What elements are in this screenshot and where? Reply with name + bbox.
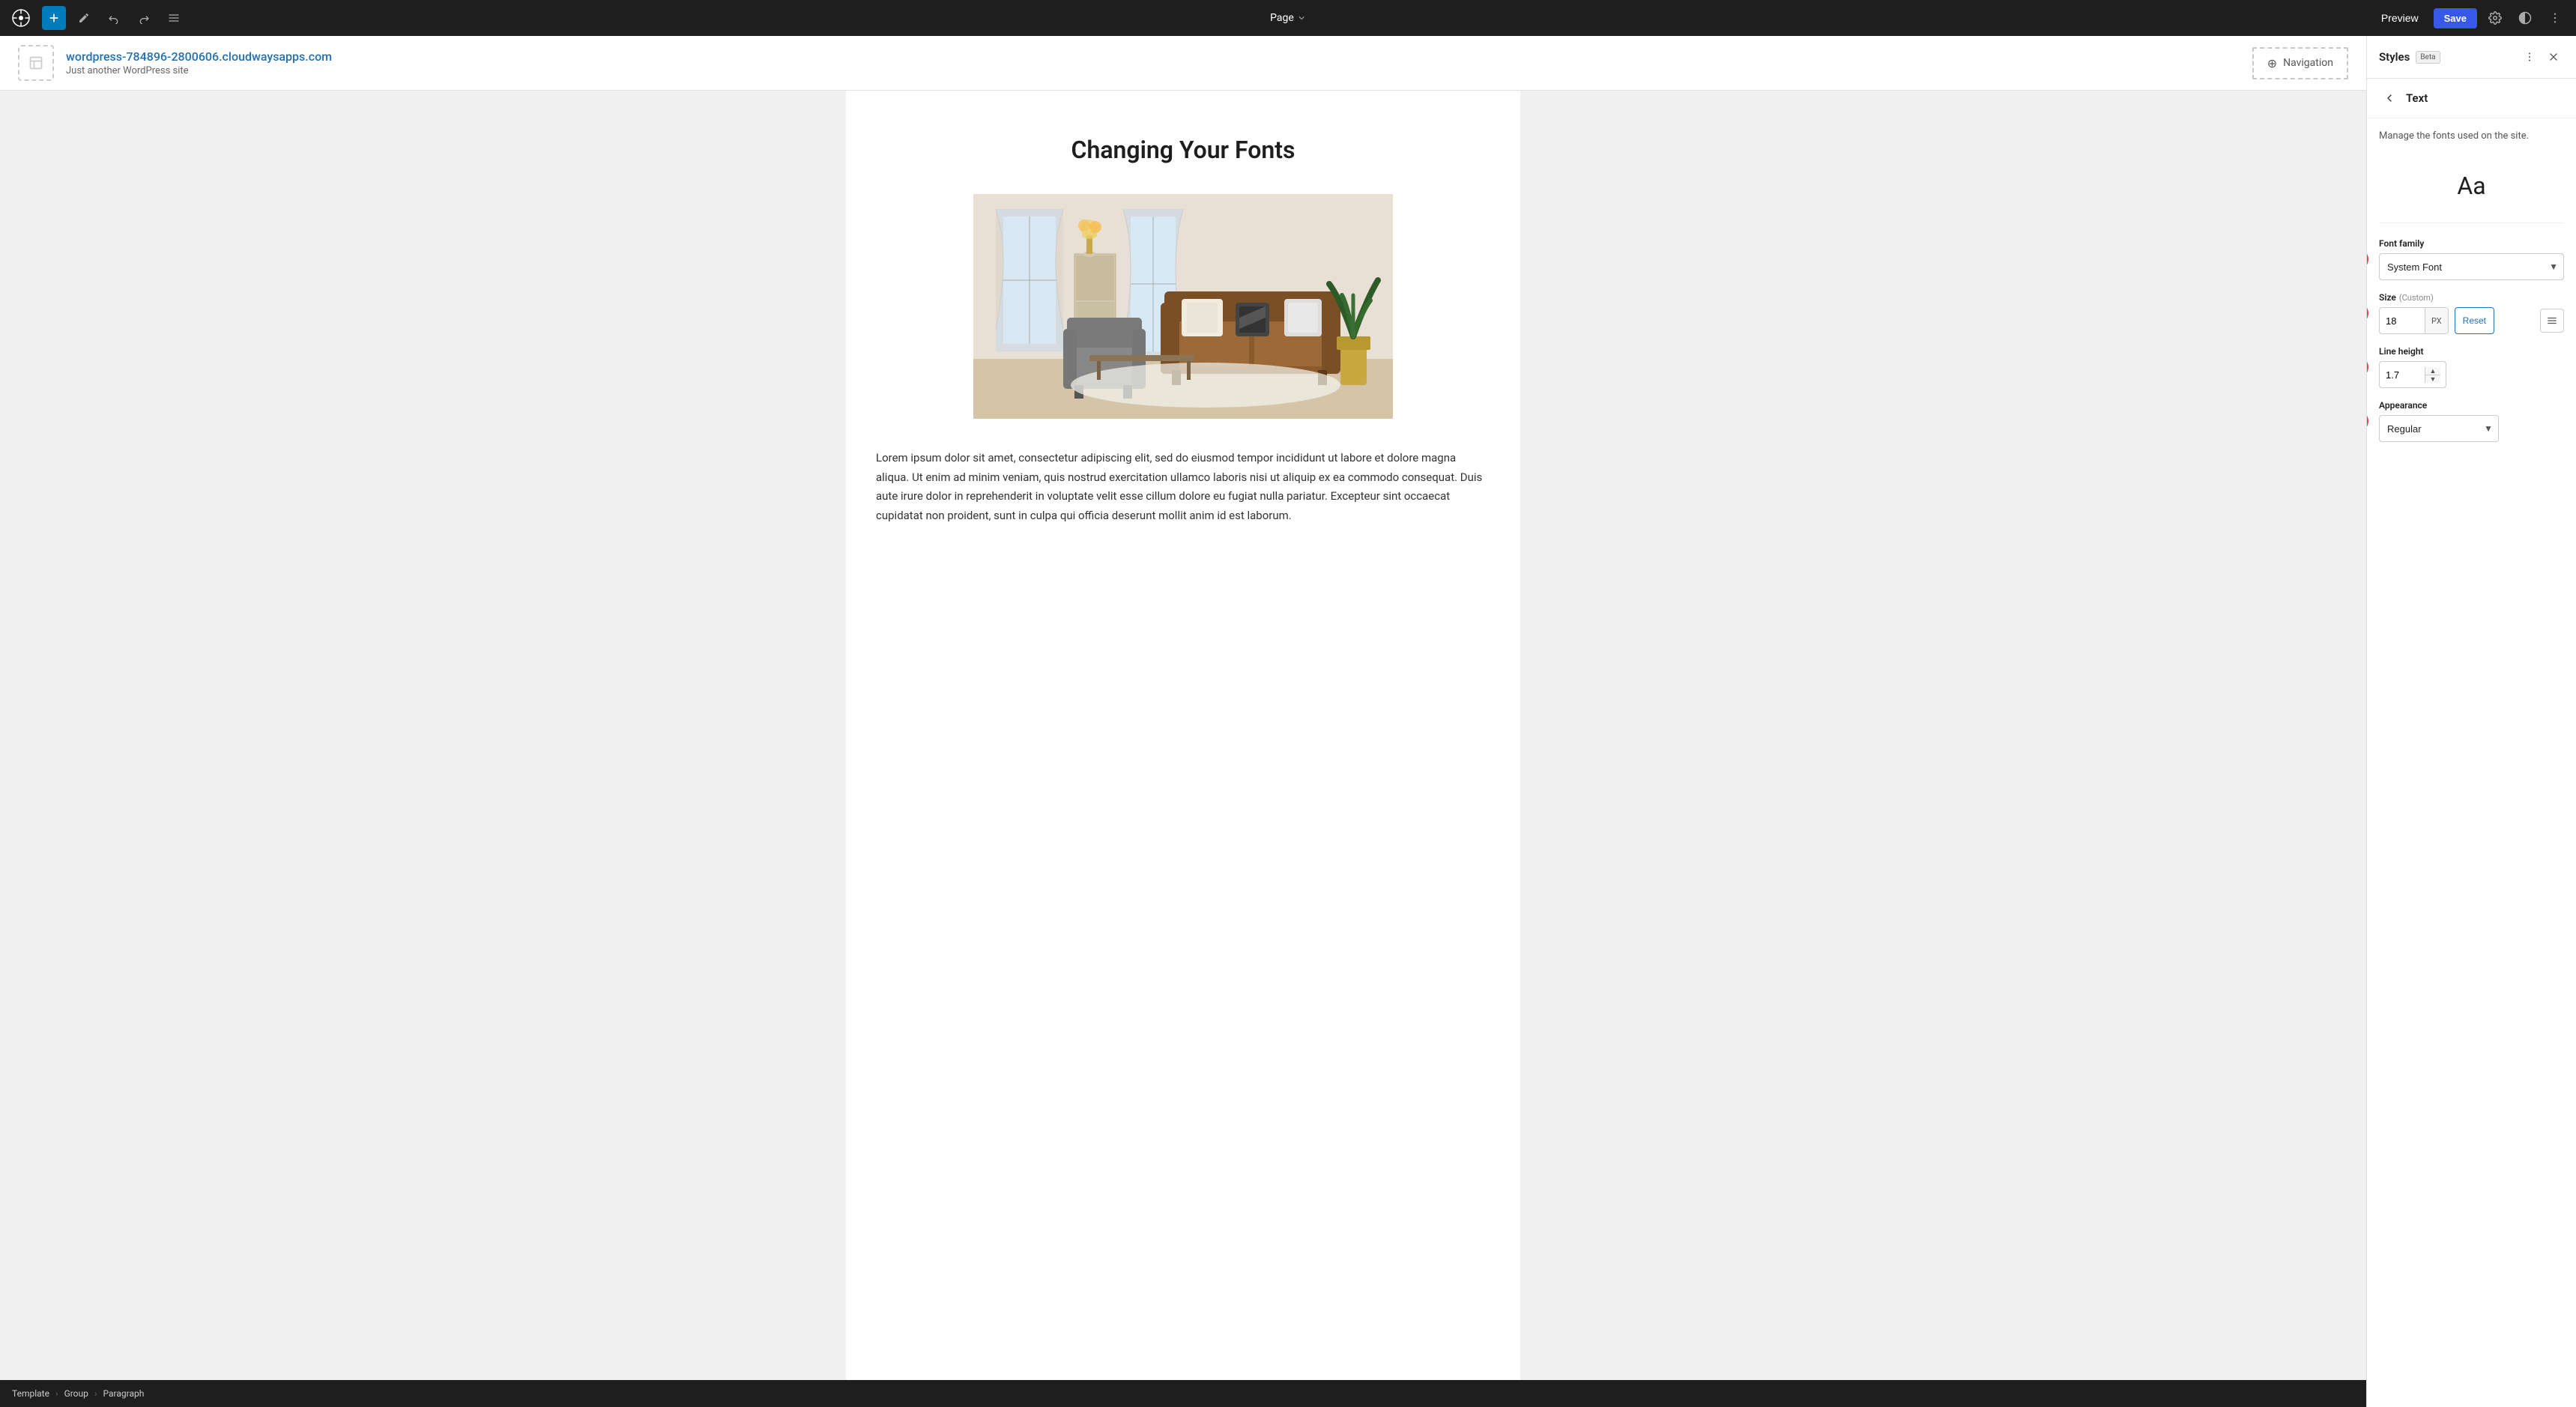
post-image [973, 194, 1393, 419]
list-view-button[interactable] [162, 6, 186, 30]
panel-title: Styles [2379, 50, 2410, 64]
main-toolbar: Page Preview Save [0, 0, 2576, 36]
line-height-input[interactable] [2380, 365, 2425, 385]
canvas-area: wordpress-784896-2800606.cloudwaysapps.c… [0, 36, 2366, 1407]
edit-button[interactable] [72, 6, 96, 30]
navigation-icon: ⊕ [2267, 56, 2277, 70]
wp-logo[interactable] [9, 6, 33, 30]
panel-title-area: Styles Beta [2379, 50, 2440, 64]
post-title: Changing Your Fonts [876, 136, 1490, 164]
panel-more-button[interactable] [2519, 46, 2540, 67]
settings-button[interactable] [2483, 6, 2507, 30]
breadcrumb-template[interactable]: Template [12, 1388, 49, 1399]
beta-badge: Beta [2416, 51, 2440, 64]
size-input-wrap: PX [2379, 307, 2449, 334]
add-block-button[interactable] [42, 6, 66, 30]
navigation-label: Navigation [2283, 57, 2333, 69]
panel-header: Styles Beta [2367, 36, 2576, 79]
badge-4: 4 [2367, 411, 2368, 432]
page-content: Changing Your Fonts [846, 91, 1520, 1380]
size-unit: PX [2425, 308, 2448, 333]
panel-body: Manage the fonts used on the site. Aa 1 … [2367, 118, 2576, 1407]
navigation-block[interactable]: ⊕ Navigation [2252, 47, 2348, 79]
panel-description: Manage the fonts used on the site. [2379, 130, 2564, 142]
line-height-field: 3 Line height ▲ ▼ [2379, 346, 2564, 388]
site-url[interactable]: wordpress-784896-2800606.cloudwaysapps.c… [66, 49, 2240, 64]
toolbar-right: Preview Save [2372, 6, 2567, 30]
appearance-select[interactable]: Regular [2379, 415, 2499, 442]
theme-toggle-button[interactable] [2513, 6, 2537, 30]
font-family-label: Font family [2379, 238, 2564, 249]
save-button[interactable]: Save [2434, 8, 2477, 28]
breadcrumb-bar: Template › Group › Paragraph [0, 1380, 2366, 1407]
font-family-select[interactable]: System Font [2379, 253, 2564, 280]
panel-header-icons [2519, 46, 2564, 67]
font-preview: Aa [2379, 157, 2564, 223]
redo-button[interactable] [132, 6, 156, 30]
badge-1: 1 [2367, 249, 2368, 270]
badge-3: 3 [2367, 357, 2368, 378]
preview-button[interactable]: Preview [2372, 7, 2428, 28]
spin-down-button[interactable]: ▼ [2425, 375, 2440, 383]
size-custom: (Custom) [2399, 293, 2434, 303]
breadcrumb-paragraph[interactable]: Paragraph [103, 1388, 145, 1399]
post-body-text: Lorem ipsum dolor sit amet, consectetur … [876, 449, 1490, 525]
page-label: Page [1270, 12, 1294, 24]
site-header: wordpress-784896-2800606.cloudwaysapps.c… [0, 36, 2366, 91]
site-logo[interactable] [18, 45, 54, 81]
reset-button[interactable]: Reset [2455, 307, 2494, 334]
panel-subnav: Text [2367, 79, 2576, 118]
styles-panel: Styles Beta Text Manage the fonts used o… [2366, 36, 2576, 1407]
line-height-label: Line height [2379, 346, 2564, 357]
page-selector[interactable]: Page [1270, 12, 1306, 24]
appearance-field: 4 Appearance Regular ▼ [2379, 400, 2564, 442]
appearance-select-wrapper: Regular ▼ [2379, 415, 2499, 442]
size-field: 2 Size(Custom) PX Reset [2379, 292, 2564, 334]
font-family-field: 1 Font family System Font ▼ [2379, 238, 2564, 280]
back-button[interactable] [2379, 88, 2400, 109]
size-input[interactable] [2380, 311, 2425, 331]
spin-up-button[interactable]: ▲ [2425, 367, 2440, 375]
font-family-select-wrapper: System Font ▼ [2379, 253, 2564, 280]
size-label: Size(Custom) [2379, 292, 2564, 303]
size-tools-button[interactable] [2540, 309, 2564, 333]
site-info: wordpress-784896-2800606.cloudwaysapps.c… [66, 49, 2240, 76]
undo-button[interactable] [102, 6, 126, 30]
badge-2: 2 [2367, 303, 2368, 324]
panel-close-button[interactable] [2543, 46, 2564, 67]
size-row: PX Reset [2379, 307, 2564, 334]
font-preview-text: Aa [2457, 172, 2485, 200]
site-tagline: Just another WordPress site [66, 65, 2240, 76]
spin-buttons: ▲ ▼ [2425, 367, 2440, 383]
line-height-input-wrap: ▲ ▼ [2379, 361, 2446, 388]
more-options-button[interactable] [2543, 6, 2567, 30]
breadcrumb-group[interactable]: Group [64, 1388, 88, 1399]
appearance-label: Appearance [2379, 400, 2564, 411]
main-area: wordpress-784896-2800606.cloudwaysapps.c… [0, 36, 2576, 1407]
breadcrumb-sep-2: › [94, 1388, 97, 1399]
breadcrumb-sep-1: › [55, 1388, 58, 1399]
panel-section-title: Text [2406, 91, 2428, 105]
